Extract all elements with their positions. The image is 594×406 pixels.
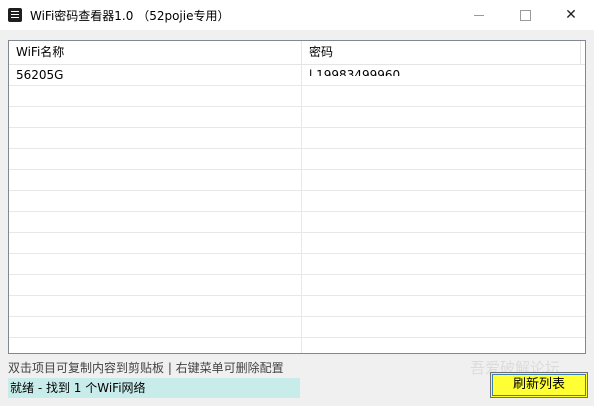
table-row[interactable] [9,338,585,353]
cell-password [302,149,585,170]
close-button[interactable]: ✕ [548,0,594,30]
table-row[interactable] [9,254,585,275]
cell-password [302,275,585,296]
status-bar: 就绪 - 找到 1 个WiFi网络 [8,378,300,398]
close-icon: ✕ [565,7,577,23]
cell-password [302,317,585,338]
cell-wifi-name [9,275,302,296]
cell-wifi-name [9,149,302,170]
title-bar: WiFi密码查看器1.0 （52pojie专用） ✕ [0,0,594,30]
cell-password [302,233,585,254]
list-rows: 56205G l 19983499960 [9,65,585,353]
cell-password [302,107,585,128]
maximize-icon [519,9,531,21]
cell-wifi-name [9,296,302,317]
wifi-list[interactable]: WiFi名称 密码 56205G l 19983499960 [8,40,586,354]
cell-password [302,296,585,317]
cell-wifi-name [9,317,302,338]
cell-password [302,212,585,233]
column-header-password[interactable]: 密码 [302,41,581,64]
cell-wifi-name [9,170,302,191]
cell-wifi-name [9,254,302,275]
window-title: WiFi密码查看器1.0 （52pojie专用） [30,9,230,23]
usage-hint: 双击项目可复制内容到剪贴板 | 右键菜单可删除配置 [8,361,284,375]
cell-password [302,128,585,149]
minimize-icon [474,14,484,16]
cell-wifi-name [9,233,302,254]
cell-wifi-name: 56205G [9,65,302,86]
table-row[interactable] [9,128,585,149]
cell-password [302,254,585,275]
cell-wifi-name [9,86,302,107]
table-row[interactable] [9,191,585,212]
maximize-button[interactable] [502,0,548,30]
table-row[interactable] [9,317,585,338]
cell-password [302,86,585,107]
cell-wifi-name [9,212,302,233]
column-header-wifi-name[interactable]: WiFi名称 [9,41,302,64]
table-row[interactable] [9,275,585,296]
table-row[interactable]: 56205G l 19983499960 [9,65,585,86]
table-row[interactable] [9,233,585,254]
cell-wifi-name [9,128,302,149]
cell-wifi-name [9,191,302,212]
list-header: WiFi名称 密码 [9,41,585,65]
table-row[interactable] [9,296,585,317]
table-row[interactable] [9,170,585,191]
table-row[interactable] [9,212,585,233]
refresh-list-button[interactable]: 刷新列表 [490,372,588,398]
wifi-app-icon [8,8,22,22]
cell-password [302,191,585,212]
cell-password [302,170,585,191]
cell-wifi-name [9,107,302,128]
cell-wifi-name [9,338,302,353]
cell-password: l 19983499960 [309,68,401,76]
table-row[interactable] [9,107,585,128]
minimize-button[interactable] [456,0,502,30]
table-row[interactable] [9,86,585,107]
table-row[interactable] [9,149,585,170]
cell-password [302,338,585,353]
